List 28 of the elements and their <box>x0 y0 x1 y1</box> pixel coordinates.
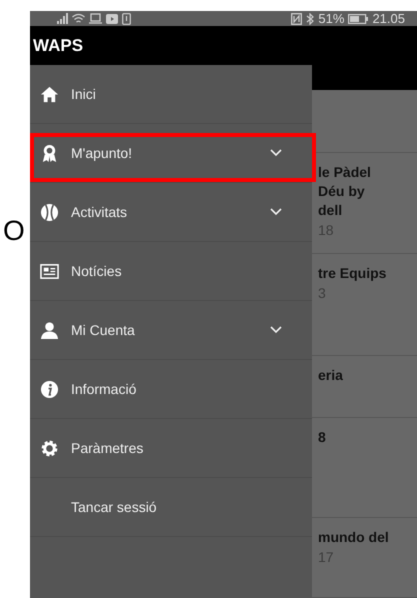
phone-icon <box>122 12 131 24</box>
home-icon <box>40 84 59 104</box>
event-title: eria <box>318 366 344 385</box>
video-icon <box>106 14 118 24</box>
menu-item[interactable]: M'apunto! <box>30 124 312 183</box>
battery-icon <box>348 14 368 24</box>
app-title: WAPS <box>30 26 312 65</box>
event-title: Déu by <box>318 182 366 201</box>
event-title: le Pàdel <box>318 163 372 182</box>
event-title: mundo del <box>318 528 390 547</box>
gear-icon <box>40 438 59 458</box>
bluetooth-icon <box>306 12 314 24</box>
wifi-icon <box>72 13 85 24</box>
battery-percent: 51% <box>318 11 344 26</box>
margin-letter: O <box>2 214 25 248</box>
info-icon <box>40 380 59 398</box>
event-title: 8 <box>318 428 327 447</box>
event-title: tre Equips <box>318 264 388 283</box>
person-icon <box>40 320 59 340</box>
newspaper-icon <box>40 262 59 280</box>
award-icon <box>40 144 59 162</box>
signal-icon <box>56 13 68 24</box>
event-title: dell <box>318 201 344 220</box>
nfc-icon <box>291 12 302 24</box>
laptop-icon <box>89 13 102 24</box>
ball-icon <box>40 202 59 222</box>
menu-item[interactable]: Activitats <box>30 183 312 242</box>
clock-time: 21.05 <box>372 11 405 26</box>
